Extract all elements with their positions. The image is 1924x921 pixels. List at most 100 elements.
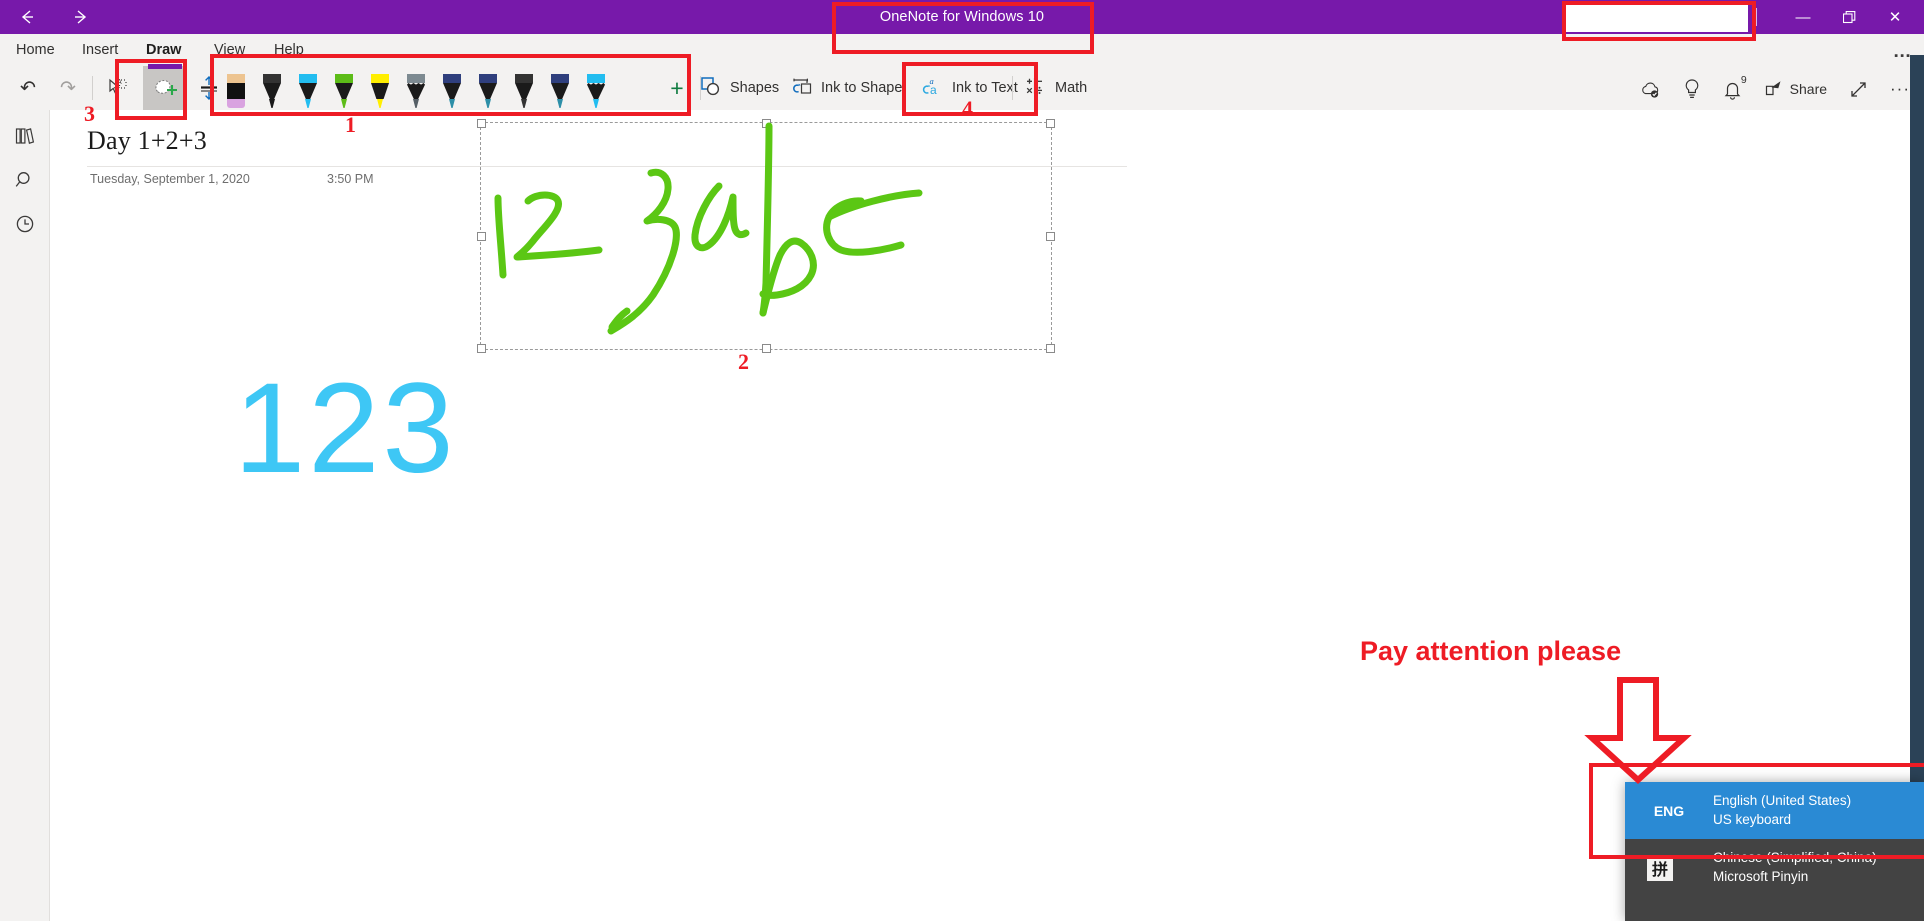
ink-to-text-icon: a a xyxy=(920,75,944,101)
undo-button[interactable]: ↶ xyxy=(10,66,46,110)
pen-green-button[interactable] xyxy=(326,66,362,110)
highlighter-yellow-button[interactable] xyxy=(362,66,398,110)
ink-selection-box[interactable] xyxy=(477,119,1055,353)
pen-strip xyxy=(218,66,614,110)
pencil-blue-body-icon xyxy=(587,83,605,99)
ink-to-shape-icon xyxy=(790,76,813,101)
sidebar-item-notebooks[interactable] xyxy=(0,116,49,160)
pen-black-tip-icon xyxy=(269,99,275,108)
ribbon: Home Insert Draw View Help 9 Share ··· ↶… xyxy=(0,34,1924,110)
pen-galaxy-1-cap-icon xyxy=(443,74,461,83)
language-chinese-keyboard: Microsoft Pinyin xyxy=(1713,868,1809,884)
pencil-gray-button[interactable] xyxy=(398,66,434,110)
typed-number-text[interactable]: 123 xyxy=(234,365,457,493)
pen-cyan-button[interactable] xyxy=(290,66,326,110)
language-option-english[interactable]: ENG English (United States) US keyboard xyxy=(1625,782,1924,839)
pen-green-cap-icon xyxy=(335,74,353,83)
recent-notes-icon xyxy=(14,213,36,240)
pen-galaxy-1-tip-icon xyxy=(449,99,455,108)
redo-button[interactable]: ↷ xyxy=(50,66,86,110)
pencil-blue-tip-icon xyxy=(593,99,599,108)
pencil-gray-cap-icon xyxy=(407,74,425,83)
page-time[interactable]: 3:50 PM xyxy=(327,172,374,186)
pen-cyan-body-icon xyxy=(299,83,317,99)
eraser-button[interactable] xyxy=(143,64,187,110)
lasso-select-button[interactable]: A xyxy=(100,66,134,110)
pen-dark-body-icon xyxy=(515,83,533,99)
language-english-name: English (United States) xyxy=(1713,792,1852,808)
math-label: Math xyxy=(1055,80,1088,96)
tab-home[interactable]: Home xyxy=(14,34,57,66)
toolbar-divider-1 xyxy=(92,76,93,100)
highlighter-yellow-body-icon xyxy=(371,83,389,99)
pen-dark-cap-icon xyxy=(515,74,533,83)
shapes-button[interactable]: Shapes xyxy=(692,66,787,110)
eraser-pen-body-icon xyxy=(227,83,245,99)
handwritten-ink-strokes xyxy=(494,122,923,335)
language-chinese-text: Chinese (Simplified, China) Microsoft Pi… xyxy=(1713,849,1877,886)
ink-to-text-button[interactable]: a a Ink to Text xyxy=(912,66,1026,110)
pencil-blue-button[interactable] xyxy=(578,66,614,110)
left-rail xyxy=(0,110,50,921)
eraser-pen-cap-icon xyxy=(227,74,245,83)
titlebar-divider xyxy=(1756,8,1757,26)
search-input[interactable] xyxy=(1564,3,1748,32)
sidebar-item-search[interactable] xyxy=(0,160,49,204)
page-title[interactable]: Day 1+2+3 xyxy=(87,126,207,156)
pen-galaxy-2-body-icon xyxy=(479,83,497,99)
pencil-gray-body-icon xyxy=(407,83,425,99)
page-date[interactable]: Tuesday, September 1, 2020 xyxy=(90,172,250,186)
title-bar: OneNote for Windows 10 — ✕ xyxy=(0,0,1924,34)
pen-green-tip-icon xyxy=(341,99,347,108)
pen-cyan-cap-icon xyxy=(299,74,317,83)
maximize-button[interactable] xyxy=(1826,0,1872,34)
eraser-pen-button[interactable] xyxy=(218,66,254,110)
language-english-text: English (United States) US keyboard xyxy=(1713,792,1851,829)
pen-galaxy-2-cap-icon xyxy=(479,74,497,83)
minimize-button[interactable]: — xyxy=(1780,0,1826,34)
close-button[interactable]: ✕ xyxy=(1872,0,1918,34)
pinyin-ime-icon: 拼 xyxy=(1647,854,1673,881)
pencil-gray-tip-icon xyxy=(413,99,419,108)
lasso-select-icon: A xyxy=(109,78,127,94)
eraser-icon xyxy=(155,80,177,95)
tab-draw[interactable]: Draw xyxy=(144,34,183,66)
highlighter-yellow-cap-icon xyxy=(371,74,389,83)
pen-dark-button[interactable] xyxy=(506,66,542,110)
search-icon xyxy=(14,169,36,196)
pen-black-body-icon xyxy=(263,83,281,99)
highlighter-yellow-tip-icon xyxy=(377,99,383,108)
pen-black-button[interactable] xyxy=(254,66,290,110)
pen-cyan-tip-icon xyxy=(305,99,311,108)
pen-dark-tip-icon xyxy=(521,99,527,108)
pen-galaxy-3-cap-icon xyxy=(551,74,569,83)
ink-to-shape-button[interactable]: Ink to Shape xyxy=(782,66,910,110)
language-english-keyboard: US keyboard xyxy=(1713,811,1792,827)
math-button[interactable]: Math xyxy=(1015,66,1095,110)
notebooks-icon xyxy=(13,125,37,152)
pen-galaxy-2-tip-icon xyxy=(485,99,491,108)
language-option-chinese[interactable]: 拼 Chinese (Simplified, China) Microsoft … xyxy=(1625,839,1924,896)
language-chinese-name: Chinese (Simplified, China) xyxy=(1713,849,1877,865)
pen-galaxy-3-button[interactable] xyxy=(542,66,578,110)
ink-thickness-icon xyxy=(201,76,217,100)
pen-galaxy-1-button[interactable] xyxy=(434,66,470,110)
language-switcher-flyout[interactable]: ENG English (United States) US keyboard … xyxy=(1625,782,1924,921)
tab-help[interactable]: Help xyxy=(272,34,306,66)
pen-galaxy-3-body-icon xyxy=(551,83,569,99)
add-pen-button[interactable]: + xyxy=(660,66,694,110)
pencil-blue-cap-icon xyxy=(587,74,605,83)
pen-galaxy-1-body-icon xyxy=(443,83,461,99)
scrollbar-grip[interactable]: ▪▪▪ xyxy=(1894,50,1912,62)
pen-galaxy-2-button[interactable] xyxy=(470,66,506,110)
math-icon xyxy=(1023,75,1047,101)
pen-galaxy-3-tip-icon xyxy=(557,99,563,108)
tab-insert[interactable]: Insert xyxy=(80,34,120,66)
sidebar-item-recent-notes[interactable] xyxy=(0,204,49,248)
eraser-pen-tip-icon xyxy=(227,99,245,108)
pen-black-cap-icon xyxy=(263,74,281,83)
eraser-selected-indicator xyxy=(148,64,182,69)
onenote-window: OneNote for Windows 10 — ✕ Home Insert D… xyxy=(0,0,1924,921)
tab-view[interactable]: View xyxy=(212,34,247,66)
language-code-eng: ENG xyxy=(1653,802,1685,819)
